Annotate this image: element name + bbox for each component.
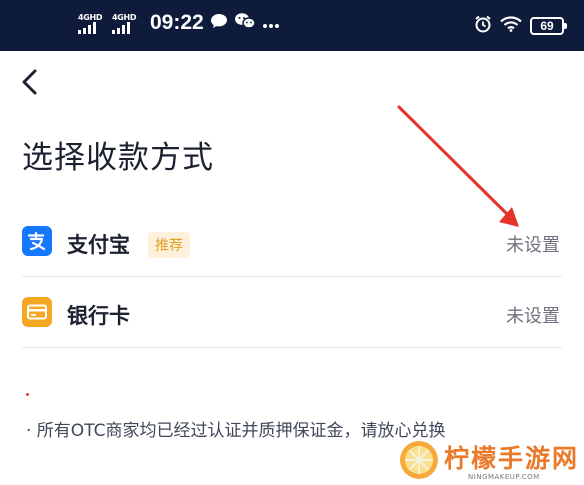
red-dot — [26, 393, 29, 396]
chat-bubble-icon — [210, 13, 228, 33]
alarm-clock-icon — [474, 15, 492, 37]
recommend-badge: 推荐 — [148, 232, 190, 258]
chevron-left-icon — [22, 69, 37, 95]
method-status: 未设置 — [506, 235, 560, 256]
signal-bars-icon — [112, 21, 130, 34]
payment-method-alipay[interactable]: 支付宝 推荐 未设置 — [22, 207, 562, 277]
method-status: 未设置 — [506, 306, 560, 327]
watermark-subtext: NINGMAKEUP.COM — [468, 473, 540, 481]
method-label: 支付宝 — [67, 233, 130, 257]
payment-method-bank-card[interactable]: 银行卡 未设置 — [22, 278, 562, 348]
bank-card-icon — [22, 297, 52, 327]
watermark-text: 柠檬手游网 — [444, 444, 580, 473]
notice-text: · 所有OTC商家均已经过认证并质押保证金，请放心兑换 — [26, 421, 446, 441]
status-left: 4GHD 4GHD 09:22 — [78, 11, 280, 35]
page-title: 选择收款方式 — [22, 140, 214, 176]
signal-bars-icon — [78, 21, 96, 34]
watermark: 柠檬手游网 NINGMAKEUP.COM — [398, 437, 580, 483]
wifi-icon — [500, 16, 522, 36]
signal-2-label: 4GHD — [112, 12, 137, 22]
battery-level: 69 — [540, 19, 554, 33]
signal-2-indicator: 4GHD — [112, 13, 140, 34]
wechat-icon — [234, 12, 256, 34]
signal-1-label: 4GHD — [78, 12, 103, 22]
clock: 09:22 — [150, 11, 204, 34]
back-button[interactable] — [18, 66, 48, 98]
battery-icon: 69 — [530, 17, 567, 35]
signal-1-indicator: 4GHD — [78, 13, 106, 34]
method-label: 银行卡 — [67, 304, 130, 328]
alipay-icon — [22, 226, 52, 256]
status-right: 69 — [474, 15, 567, 37]
status-bar: 4GHD 4GHD 09:22 69 — [0, 0, 584, 51]
more-dots-icon — [262, 14, 280, 33]
lemon-logo-icon — [400, 441, 438, 479]
